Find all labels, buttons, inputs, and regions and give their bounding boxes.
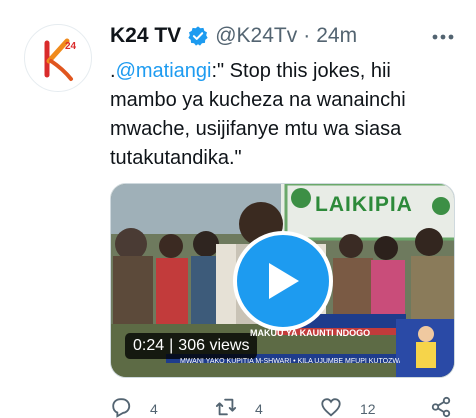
account-handle[interactable]: @K24Tv: [215, 24, 297, 48]
mention-link[interactable]: @matiangi: [116, 60, 212, 82]
verified-badge-icon: [188, 26, 208, 46]
share-icon: [431, 396, 451, 418]
reply-icon: [112, 398, 131, 418]
tweet-timestamp[interactable]: 24m: [316, 24, 357, 48]
tweet-text: .@matiangi:" Stop this jokes, hii mambo …: [110, 57, 460, 173]
tweet-header: K24 TV @K24Tv · 24m: [110, 22, 357, 50]
video-banner-text: LAIKIPIA: [315, 193, 413, 216]
avatar[interactable]: 24: [24, 24, 92, 92]
heart-icon: [321, 398, 341, 417]
reply-button[interactable]: 4: [110, 396, 158, 418]
video-views: 306 views: [178, 337, 250, 354]
tweet-actions: 4 4 12: [110, 396, 460, 418]
more-horizontal-icon: [432, 34, 454, 40]
like-count: 12: [360, 401, 376, 417]
video-ticker-bottom: MWANI YAKO KUPITIA M-SHWARI • KILA UJUMB…: [180, 358, 400, 365]
like-button[interactable]: 12: [320, 396, 376, 418]
retweet-count: 4: [255, 401, 263, 417]
video-duration: 0:24: [133, 337, 165, 354]
play-button[interactable]: [233, 231, 333, 331]
header-separator: ·: [303, 24, 311, 47]
svg-text:24: 24: [65, 41, 77, 52]
play-icon: [269, 263, 299, 299]
video-info-separator: |: [169, 337, 174, 354]
k24-logo-icon: 24: [44, 38, 77, 81]
share-button[interactable]: [430, 396, 452, 418]
video-info-badge: 0:24 | 306 views: [125, 333, 258, 359]
account-name[interactable]: K24 TV: [110, 24, 181, 48]
reply-count: 4: [150, 401, 158, 417]
more-options-button[interactable]: [430, 24, 456, 50]
tweet[interactable]: 24 K24 TV @K24Tv · 24m .@matiangi:" Stop…: [0, 0, 476, 418]
retweet-icon: [215, 398, 237, 416]
retweet-button[interactable]: 4: [215, 396, 263, 418]
